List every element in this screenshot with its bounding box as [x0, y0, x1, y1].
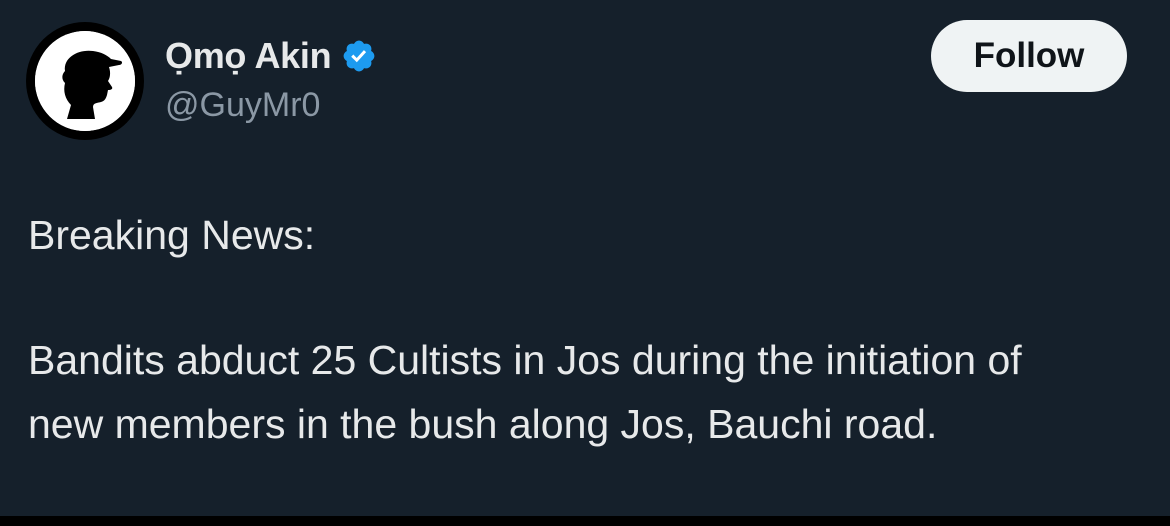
tweet-card: Ọmọ Akin @GuyMr0 Follow Breaking News: B…	[0, 0, 1170, 516]
bottom-divider	[0, 516, 1170, 526]
silhouette-cap-icon	[35, 31, 135, 131]
display-name[interactable]: Ọmọ Akin	[165, 35, 332, 77]
avatar[interactable]	[26, 22, 144, 140]
tweet-text-line: new members in the bush along Jos, Bauch…	[28, 401, 938, 447]
tweet-text-line: Bandits abduct 25 Cultists in Jos during…	[28, 337, 1022, 383]
verified-badge-icon	[343, 40, 375, 72]
follow-button[interactable]: Follow	[931, 20, 1127, 92]
user-handle[interactable]: @GuyMr0	[165, 86, 320, 125]
tweet-text-line: Breaking News:	[28, 212, 316, 258]
user-name-row: Ọmọ Akin	[165, 35, 377, 77]
